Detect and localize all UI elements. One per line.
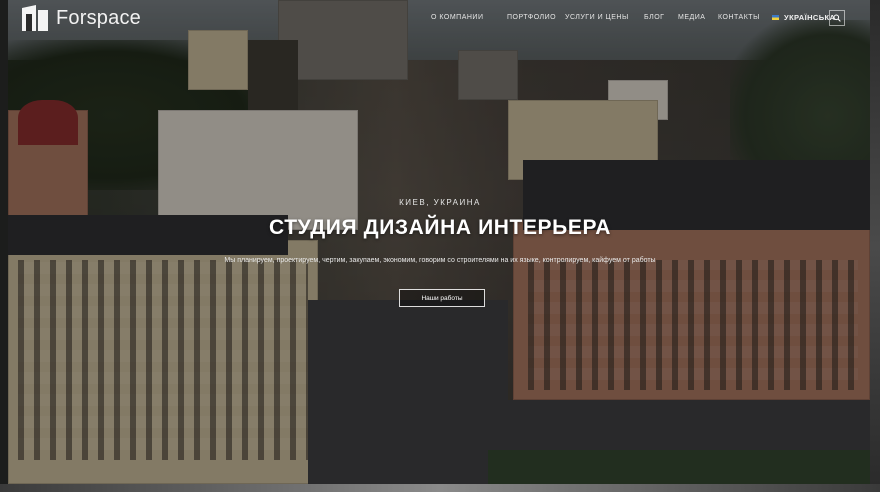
- nav-item-portfolio[interactable]: Портфолио: [507, 14, 565, 21]
- bottom-edge: [0, 484, 880, 492]
- left-edge: [0, 0, 8, 492]
- search-button[interactable]: [829, 10, 845, 26]
- ukraine-flag-icon: [772, 15, 779, 20]
- hero-background: [8, 0, 870, 484]
- nav-item-about[interactable]: О компании: [431, 14, 507, 21]
- logo-text: Forspace: [56, 6, 141, 29]
- forspace-logo-icon: [20, 4, 50, 32]
- nav-item-contacts[interactable]: Контакты: [718, 14, 772, 21]
- hero-title: СТУДИЯ ДИЗАЙНА ИНТЕРЬЕРА: [268, 216, 611, 239]
- our-works-button[interactable]: Наши работы: [399, 289, 485, 307]
- hero-location: Киев, Украина: [399, 198, 481, 207]
- language-switch[interactable]: УКРАЇНСЬКА: [772, 13, 835, 22]
- main-nav: О компании Портфолио Услуги и цены Блог …: [431, 13, 835, 22]
- nav-item-blog[interactable]: Блог: [644, 14, 678, 21]
- right-edge: [870, 0, 880, 492]
- site-header: Forspace О компании Портфолио Услуги и ц…: [20, 0, 870, 36]
- logo[interactable]: Forspace: [20, 5, 141, 31]
- language-label: УКРАЇНСЬКА: [784, 13, 836, 22]
- nav-item-media[interactable]: Медиа: [678, 14, 718, 21]
- search-icon: [833, 9, 841, 27]
- hero-subtitle: Мы планируем, проектируем, чертим, закуп…: [224, 257, 656, 264]
- nav-item-services[interactable]: Услуги и цены: [565, 14, 644, 21]
- dark-overlay: [8, 0, 870, 484]
